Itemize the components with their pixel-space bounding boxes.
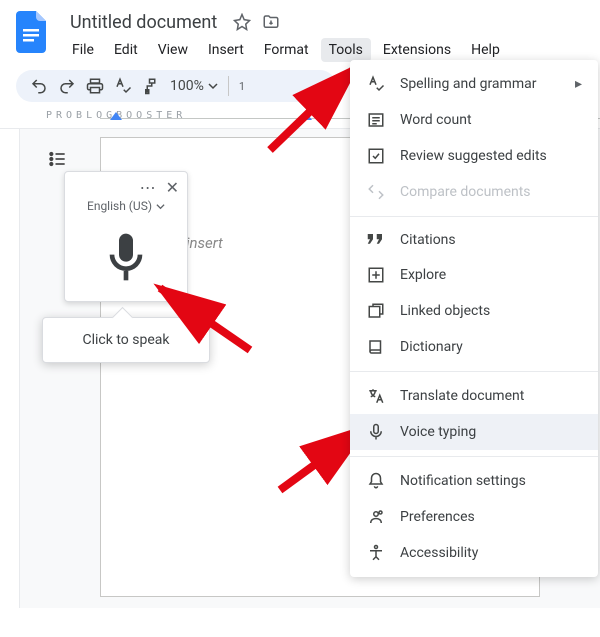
menu-item-preferences-label: Preferences — [400, 509, 475, 525]
menu-item-review-label: Review suggested edits — [400, 148, 547, 164]
menu-item-explore-label: Explore — [400, 267, 446, 283]
bell-icon — [366, 472, 386, 490]
citations-icon — [366, 233, 386, 247]
menu-edit[interactable]: Edit — [106, 38, 146, 62]
accessibility-icon — [366, 544, 386, 562]
spellcheck-icon[interactable] — [114, 77, 132, 95]
menu-item-preferences[interactable]: Preferences — [350, 499, 598, 535]
star-icon[interactable] — [233, 13, 251, 31]
menu-item-accessibility-label: Accessibility — [400, 545, 478, 561]
docs-logo-icon[interactable] — [16, 8, 52, 56]
menu-format[interactable]: Format — [256, 38, 317, 62]
microphone-icon — [366, 423, 386, 441]
menu-item-linked[interactable]: Linked objects — [350, 293, 598, 329]
menu-divider — [350, 456, 598, 457]
voice-options-icon[interactable]: ⋯ — [140, 178, 156, 197]
review-icon — [366, 147, 386, 165]
spellcheck-menu-icon — [366, 75, 386, 93]
menu-item-translate-label: Translate document — [400, 388, 524, 404]
redo-icon[interactable] — [58, 77, 76, 95]
voice-tooltip-text: Click to speak — [83, 332, 170, 348]
menu-item-dictionary-label: Dictionary — [400, 339, 463, 355]
menu-item-citations-label: Citations — [400, 232, 456, 248]
undo-icon[interactable] — [30, 77, 48, 95]
menu-divider — [350, 371, 598, 372]
menu-file[interactable]: File — [64, 38, 102, 62]
menu-item-citations[interactable]: Citations — [350, 223, 598, 257]
toolbar: 100% 1 — [16, 70, 336, 102]
menu-item-notifications-label: Notification settings — [400, 473, 526, 489]
print-icon[interactable] — [86, 77, 104, 95]
menu-item-dictionary[interactable]: Dictionary — [350, 329, 598, 365]
voice-close-icon[interactable]: ✕ — [166, 178, 179, 197]
menu-item-explore[interactable]: Explore — [350, 257, 598, 293]
preferences-icon — [366, 508, 386, 526]
menu-tools[interactable]: Tools — [321, 38, 371, 62]
menu-item-voice-typing[interactable]: Voice typing — [350, 414, 598, 450]
voice-language-label: English (US) — [87, 199, 152, 213]
indent-left-marker-icon[interactable] — [110, 112, 122, 124]
menu-item-translate[interactable]: Translate document — [350, 378, 598, 414]
menu-item-word-count[interactable]: Word count — [350, 102, 598, 138]
zoom-value: 100% — [170, 78, 204, 94]
chevron-right-icon: ▸ — [575, 76, 582, 92]
menu-item-accessibility[interactable]: Accessibility — [350, 535, 598, 571]
menu-item-compare-label: Compare documents — [400, 184, 531, 200]
menu-bar: File Edit View Insert Format Tools Exten… — [64, 38, 584, 62]
ruler-number: 1 — [239, 80, 245, 93]
menu-item-review[interactable]: Review suggested edits — [350, 138, 598, 174]
voice-tooltip: Click to speak — [42, 317, 210, 363]
compare-icon — [366, 183, 386, 201]
move-to-folder-icon[interactable] — [261, 13, 281, 31]
menu-item-word-count-label: Word count — [400, 112, 472, 128]
document-title[interactable]: Untitled document — [64, 10, 223, 35]
menu-divider — [350, 216, 598, 217]
translate-icon — [366, 387, 386, 405]
menu-help[interactable]: Help — [463, 38, 508, 62]
voice-typing-popup: ⋯ ✕ English (US) — [64, 171, 188, 302]
menu-insert[interactable]: Insert — [200, 38, 252, 62]
explore-icon — [366, 266, 386, 284]
menu-extensions[interactable]: Extensions — [375, 38, 459, 62]
menu-item-spelling-label: Spelling and grammar — [400, 76, 536, 92]
dictionary-icon — [366, 338, 386, 356]
tools-dropdown: Spelling and grammar ▸ Word count Review… — [350, 60, 598, 577]
linked-icon — [366, 302, 386, 320]
word-count-icon — [366, 111, 386, 129]
menu-item-linked-label: Linked objects — [400, 303, 490, 319]
menu-view[interactable]: View — [150, 38, 196, 62]
menu-item-voice-typing-label: Voice typing — [400, 424, 476, 440]
zoom-selector[interactable]: 100% — [170, 78, 218, 94]
voice-language-selector[interactable]: English (US) — [65, 199, 187, 219]
paint-format-icon[interactable] — [142, 77, 160, 95]
indent-right-marker-icon[interactable] — [300, 112, 312, 124]
menu-item-compare: Compare documents — [350, 174, 598, 210]
vertical-ruler[interactable] — [0, 129, 20, 608]
menu-item-spelling[interactable]: Spelling and grammar ▸ — [350, 66, 598, 102]
toolbar-divider — [228, 76, 229, 96]
menu-item-notifications[interactable]: Notification settings — [350, 463, 598, 499]
voice-mic-button[interactable] — [65, 219, 187, 301]
